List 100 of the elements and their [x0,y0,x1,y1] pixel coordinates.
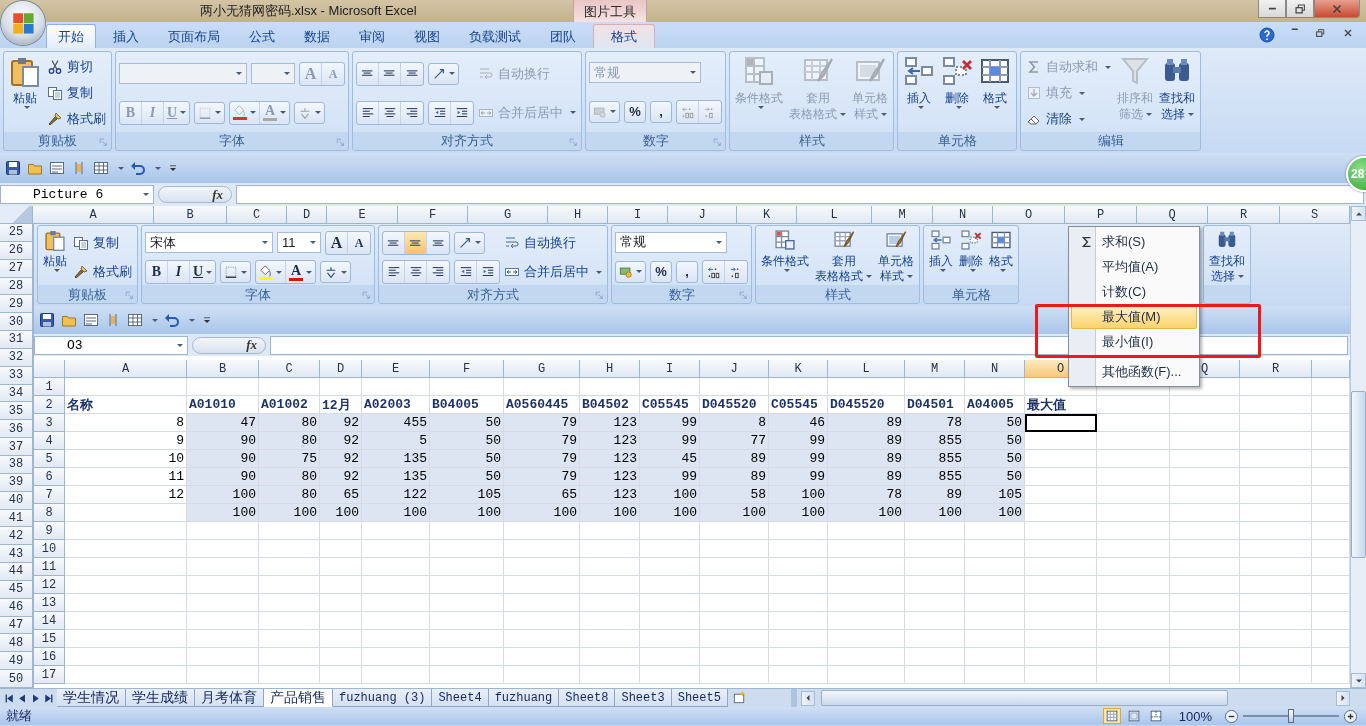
column-header[interactable]: K [769,360,828,378]
tool-button[interactable]: % [624,100,646,123]
row-header[interactable]: 14 [34,612,65,630]
name-box[interactable]: Picture 6 [0,185,154,204]
column-header[interactable]: Q [1137,206,1208,224]
row-header[interactable]: 5 [34,450,65,468]
dropdown-field[interactable]: 常规 [615,231,727,253]
column-header[interactable]: B [154,206,227,224]
sheet-tab[interactable]: Sheet5 [671,689,728,707]
column-header[interactable]: P [1065,206,1137,224]
ribbon-tab[interactable]: 数据 [292,24,342,48]
menu-item[interactable]: 求和(S) [1071,229,1197,254]
sheet-tab[interactable]: 学生情况 [57,689,126,707]
row-header[interactable]: 13 [34,594,65,612]
column-header[interactable]: N [933,206,993,224]
tool-button[interactable]: A [348,231,370,254]
row-header[interactable]: 4 [34,432,65,450]
row-header[interactable]: 17 [34,666,65,684]
sheet-tab[interactable]: 产品销售 [264,689,333,707]
ribbon-button[interactable]: 合并后居中 [502,262,604,283]
ribbon-button[interactable]: 查找和 选择 [1207,228,1247,303]
ribbon-tab[interactable]: 视图 [402,24,452,48]
ribbon-tab[interactable]: 格式 [593,24,655,48]
menu-item[interactable]: 平均值(A) [1071,254,1197,279]
row-header[interactable]: 11 [34,558,65,576]
ribbon-tab[interactable]: 负载测试 [457,24,533,48]
menu-item[interactable]: 最小值(I) [1071,329,1197,354]
row-header[interactable]: 9 [34,522,65,540]
column-header[interactable]: G [504,360,580,378]
row-header[interactable]: 3 [34,414,65,432]
row-header[interactable]: 29 [0,295,33,314]
tool-button[interactable]: % [650,260,672,283]
row-header[interactable]: 15 [34,630,65,648]
insert-function-button[interactable]: fx [192,336,266,354]
row-header[interactable]: 10 [34,540,65,558]
sheet-tab[interactable]: Sheet4 [432,689,489,707]
column-header[interactable]: C [227,206,287,224]
insert-function-button[interactable]: fx [158,186,232,203]
row-header[interactable]: 2 [34,396,65,414]
column-header[interactable]: M [905,360,965,378]
row-header[interactable]: 12 [34,576,65,594]
ribbon-button[interactable]: 插入 [901,54,937,132]
column-header[interactable]: I [608,206,668,224]
column-header[interactable]: J [700,360,769,378]
ribbon-button[interactable]: 插入 [927,228,955,287]
tool-button[interactable]: , [676,260,698,283]
ribbon-button[interactable]: 剪切 [45,56,108,78]
sheet-tab[interactable]: 学生成绩 [126,689,195,707]
ribbon-tab[interactable]: 插入 [101,24,151,48]
row-header[interactable]: 50 [0,670,33,688]
ribbon-button[interactable]: 格式刷 [45,108,108,130]
column-header[interactable]: C [259,360,320,378]
ribbon-button[interactable]: 复制 [45,82,108,104]
tool-button[interactable]: I [168,261,190,284]
ribbon-button[interactable]: 单元格 样式 [876,228,916,287]
row-header[interactable]: 6 [34,468,65,486]
row-header[interactable]: 1 [34,378,65,396]
ribbon-button[interactable]: 复制 [71,232,134,253]
ribbon-tab[interactable]: 审阅 [347,24,397,48]
column-header[interactable]: N [965,360,1025,378]
column-header[interactable]: M [872,206,933,224]
tool-button[interactable]: B [146,261,168,284]
column-header[interactable]: H [580,360,640,378]
row-header[interactable]: 43 [0,545,33,564]
tool-button[interactable]: , [650,100,672,123]
column-header[interactable]: G [468,206,548,224]
column-header[interactable]: D [287,206,327,224]
tool-button[interactable]: A [286,261,316,284]
ribbon-tab[interactable]: 开始 [46,24,96,48]
row-header[interactable]: 30 [0,313,33,332]
ribbon-tab[interactable]: 公式 [237,24,287,48]
ribbon-button[interactable]: 清除 [1024,108,1113,130]
sheet-tab[interactable]: fuzhuang [488,689,560,707]
ribbon-button[interactable]: 删除 [957,228,985,287]
row-header[interactable]: 36 [0,420,33,439]
dropdown-field[interactable]: 宋体 [145,232,273,254]
row-header[interactable]: 37 [0,438,33,456]
ribbon-button[interactable]: 粘贴 [7,54,43,132]
row-header[interactable]: 35 [0,402,33,421]
ribbon-button[interactable]: 删除 [939,54,975,132]
dropdown-field[interactable]: 11 [277,232,321,254]
sheet-tab[interactable]: Sheet8 [559,689,616,707]
column-header[interactable]: A [65,360,187,378]
row-header[interactable]: 42 [0,527,33,546]
column-header[interactable]: S [1280,206,1350,224]
ribbon-button[interactable]: 格式 [987,228,1015,287]
column-header[interactable]: L [797,206,872,224]
ribbon-button[interactable]: 格式 [977,54,1013,132]
column-header[interactable]: D [320,360,362,378]
column-header[interactable]: E [362,360,430,378]
tool-button[interactable]: U [190,261,216,284]
menu-item[interactable]: 计数(C) [1071,279,1197,304]
ribbon-button[interactable]: 粘贴 [41,228,69,287]
column-header[interactable]: O [993,206,1065,224]
column-header[interactable]: R [1240,360,1312,378]
name-box[interactable]: O3 [34,335,188,355]
column-header[interactable]: F [430,360,504,378]
column-header[interactable]: I [640,360,700,378]
row-header[interactable]: 49 [0,652,33,671]
row-header[interactable]: 7 [34,486,65,504]
